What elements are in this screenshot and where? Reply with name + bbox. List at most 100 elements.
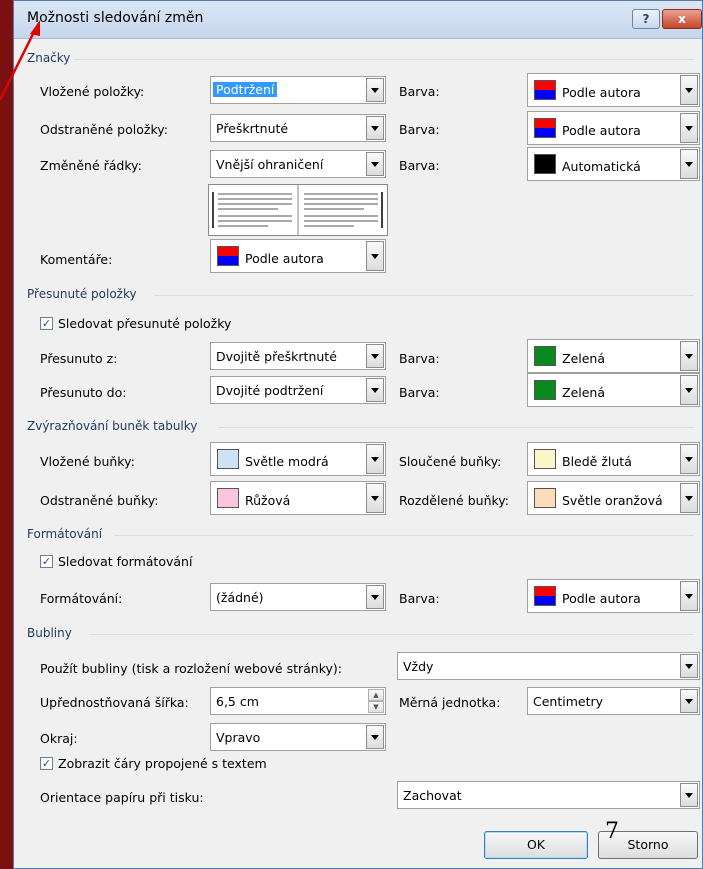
close-button[interactable]: x [662,9,702,29]
insertions-color-label: Barva: [399,84,440,99]
moved-from-color-select[interactable]: Zelená [527,339,700,373]
section-formatting-heading: Formátování [27,527,103,541]
paper-orientation-value: Zachovat [403,788,462,803]
moved-from-select[interactable]: Dvojitě přeškrtnuté [210,342,386,370]
moved-to-select[interactable]: Dvojité podtržení [210,376,386,404]
color-swatch [534,380,556,400]
chevron-down-icon[interactable] [680,581,698,611]
chevron-down-icon[interactable] [680,654,698,678]
deletions-color-value: Podle autora [562,123,641,138]
preferred-width-label: Upřednostňovaná šířka: [40,695,189,710]
color-swatch [534,346,556,366]
split-cells-select[interactable]: Světle oranžová [527,481,700,515]
formatting-value: (žádné) [216,590,264,605]
chevron-down-icon[interactable] [366,116,384,140]
moved-from-value: Dvojitě přeškrtnuté [216,349,337,364]
spin-up-icon[interactable]: ▲ [368,689,384,701]
close-icon: x [678,12,686,26]
section-cells-heading: Zvýrazňování buněk tabulky [27,419,198,433]
color-swatch [534,488,556,508]
split-cells-value: Světle oranžová [562,493,663,508]
deletions-select[interactable]: Přeškrtnuté [210,114,386,142]
chevron-down-icon[interactable] [366,152,384,176]
chevron-down-icon[interactable] [680,483,698,513]
deleted-cells-value: Růžová [245,493,291,508]
changed-lines-select[interactable]: Vnější ohraničení [210,150,386,178]
use-balloons-select[interactable]: Vždy [397,652,700,680]
paper-orientation-select[interactable]: Zachovat [397,781,700,809]
chevron-down-icon[interactable] [680,783,698,807]
spin-down-icon[interactable]: ▼ [368,701,384,713]
moved-to-color-select[interactable]: Zelená [527,373,700,407]
show-lines-checkbox[interactable]: ✓ [40,757,53,770]
chevron-down-icon[interactable] [680,341,698,371]
margin-select[interactable]: Vpravo [210,723,386,751]
changed-lines-color-label: Barva: [399,158,440,173]
section-divider [154,295,694,296]
deletions-label: Odstraněné položky: [40,122,168,137]
deletions-value: Přeškrtnuté [216,121,289,136]
deletions-color-select[interactable]: Podle autora [527,111,700,145]
formatting-color-value: Podle autora [562,591,641,606]
title-bar: Možnosti sledování změn ? x [14,1,702,39]
track-formatting-checkbox[interactable]: ✓ [40,555,53,568]
comments-select[interactable]: Podle autora [210,239,386,273]
help-button[interactable]: ? [632,9,660,29]
changed-lines-color-select[interactable]: Automatická [527,147,700,181]
measure-unit-select[interactable]: Centimetry [527,687,700,715]
use-balloons-label: Použít bubliny (tisk a rozložení webové … [40,661,342,676]
moved-to-color-label: Barva: [399,385,440,400]
comments-value: Podle autora [245,251,324,266]
merged-cells-label: Sloučené buňky: [399,454,502,469]
insertions-color-select[interactable]: Podle autora [527,73,700,107]
inserted-cells-select[interactable]: Světle modrá [210,442,386,476]
preferred-width-spinner[interactable]: 6,5 cm ▲ ▼ [210,687,386,715]
chevron-down-icon[interactable] [366,585,384,609]
moved-to-color-value: Zelená [562,385,605,400]
changed-lines-value: Vnější ohraničení [216,157,324,172]
chevron-down-icon[interactable] [366,241,384,271]
deleted-cells-label: Odstraněné buňky: [40,493,159,508]
formatting-color-select[interactable]: Podle autora [527,579,700,613]
chevron-down-icon[interactable] [366,725,384,749]
chevron-down-icon[interactable] [680,689,698,713]
color-swatch [534,449,556,469]
chevron-down-icon[interactable] [680,75,698,105]
ok-button[interactable]: OK [484,831,588,859]
changed-lines-label: Změněné řádky: [40,158,142,173]
inserted-cells-value: Světle modrá [245,454,329,469]
chevron-down-icon[interactable] [366,344,384,368]
insertions-value: Podtržení [213,82,278,97]
color-swatch [217,449,239,469]
pen-annotation: 7 [605,819,619,844]
spinner-arrows[interactable]: ▲ ▼ [368,689,384,713]
section-divider [74,59,694,60]
track-moves-label: Sledovat přesunuté položky [58,316,232,331]
show-lines-label: Zobrazit čáry propojené s textem [58,756,267,771]
chevron-down-icon[interactable] [680,444,698,474]
section-divider [89,634,694,635]
insertions-select[interactable]: Podtržení [210,76,386,104]
formatting-select[interactable]: (žádné) [210,583,386,611]
chevron-down-icon[interactable] [680,113,698,143]
color-swatch [534,118,556,138]
chevron-down-icon[interactable] [680,375,698,405]
chevron-down-icon[interactable] [366,78,384,102]
inserted-cells-label: Vložené buňky: [40,454,135,469]
measure-unit-value: Centimetry [533,694,604,709]
deleted-cells-select[interactable]: Růžová [210,481,386,515]
chevron-down-icon[interactable] [366,483,384,513]
deletions-color-label: Barva: [399,122,440,137]
moved-from-color-value: Zelená [562,351,605,366]
chevron-down-icon[interactable] [680,149,698,179]
track-moves-checkbox[interactable]: ✓ [40,317,53,330]
color-swatch [217,246,239,266]
track-changes-dialog: Možnosti sledování změn ? x Značky Vlože… [13,0,703,869]
moved-from-color-label: Barva: [399,351,440,366]
chevron-down-icon[interactable] [366,378,384,402]
merged-cells-select[interactable]: Bledě žlutá [527,442,700,476]
chevron-down-icon[interactable] [366,444,384,474]
moved-from-label: Přesunuto z: [40,351,118,366]
margin-value: Vpravo [216,730,261,745]
measure-unit-label: Měrná jednotka: [399,695,501,710]
